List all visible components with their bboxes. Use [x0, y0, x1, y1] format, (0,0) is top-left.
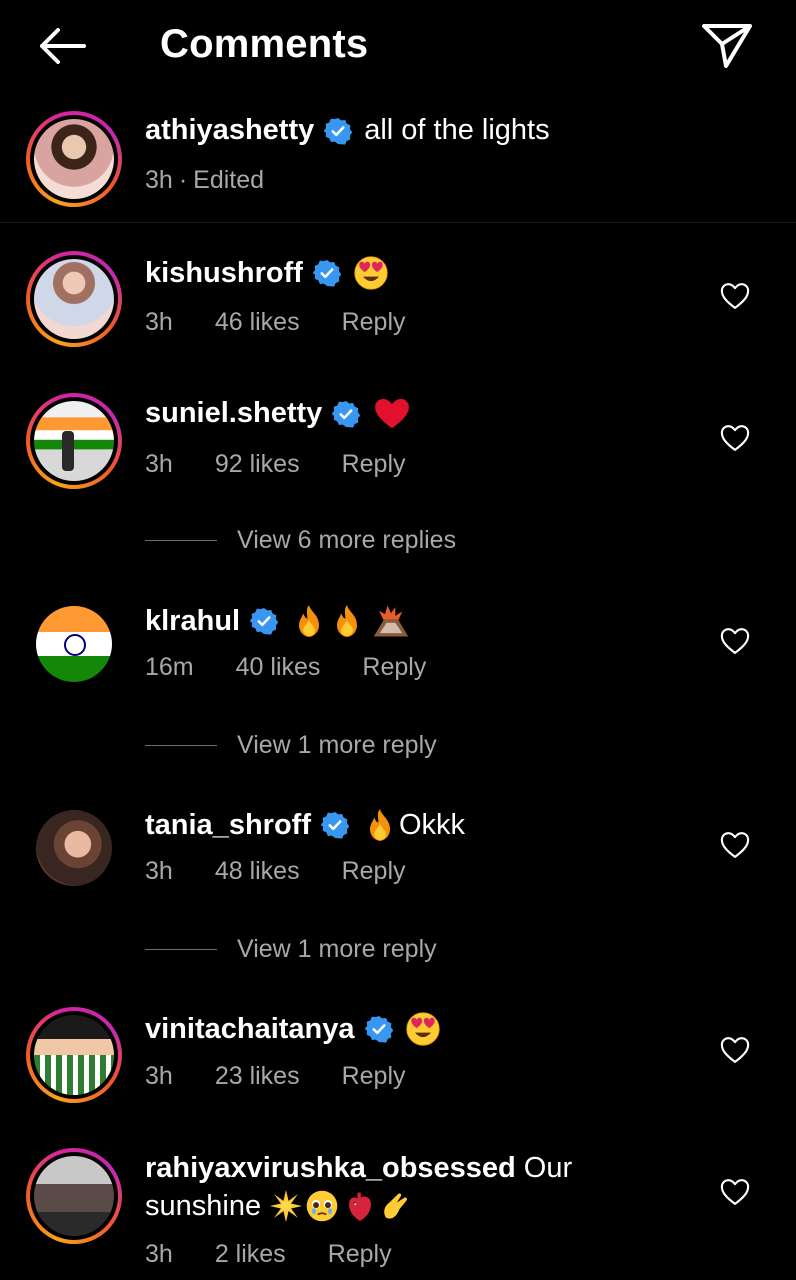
comment-text: Our: [523, 1152, 573, 1184]
like-count[interactable]: 23 likes: [215, 1062, 300, 1090]
username[interactable]: tania_shroff: [145, 809, 311, 842]
divider: [145, 949, 217, 950]
like-heart-icon[interactable]: [720, 831, 750, 859]
caption-text: all of the lights: [364, 114, 550, 146]
like-heart-icon[interactable]: [720, 282, 750, 310]
avatar[interactable]: [26, 800, 122, 896]
timestamp: 3h: [145, 1062, 173, 1090]
edited-label: Edited: [193, 166, 265, 194]
view-more-replies-button[interactable]: View 6 more replies: [145, 526, 456, 555]
post-caption: athiyashetty all of the lights 3h · Edited: [0, 100, 796, 222]
avatar[interactable]: [26, 251, 122, 347]
view-replies-label: View 6 more replies: [237, 526, 457, 554]
comment-text: sunshine: [145, 1189, 262, 1222]
like-heart-icon[interactable]: [720, 424, 750, 452]
username[interactable]: athiyashetty: [145, 114, 314, 147]
like-heart-icon[interactable]: [720, 1178, 750, 1206]
avatar[interactable]: [26, 1148, 122, 1244]
verified-badge-icon: [321, 811, 349, 839]
like-count[interactable]: 92 likes: [215, 450, 300, 478]
username[interactable]: rahiyaxvirushka_obsessed: [145, 1152, 516, 1185]
verified-badge-icon: [332, 400, 360, 428]
like-count[interactable]: 2 likes: [215, 1240, 286, 1268]
view-more-replies-button[interactable]: View 1 more reply: [145, 935, 437, 964]
view-replies-label: View 1 more reply: [237, 731, 437, 759]
heart-eyes-emoji-icon: [405, 1011, 441, 1047]
reply-button[interactable]: Reply: [342, 1062, 406, 1090]
pleading-face-emoji-icon: [305, 1189, 339, 1223]
anatomical-heart-emoji-icon: [345, 1189, 375, 1223]
timestamp: 3h: [145, 308, 173, 336]
back-button[interactable]: [34, 24, 90, 68]
like-heart-icon[interactable]: [720, 1036, 750, 1064]
arrow-left-icon: [40, 28, 86, 64]
fire-emoji-icon: [365, 807, 395, 843]
reply-button[interactable]: Reply: [342, 308, 406, 336]
username[interactable]: klrahul: [145, 605, 240, 638]
username[interactable]: suniel.shetty: [145, 397, 322, 430]
timestamp: 3h: [145, 857, 173, 885]
timestamp: 16m: [145, 653, 194, 681]
verified-badge-icon: [313, 259, 341, 287]
timestamp: 3h: [145, 450, 173, 478]
avatar[interactable]: [26, 596, 122, 692]
username[interactable]: kishushroff: [145, 257, 303, 290]
reply-button[interactable]: Reply: [328, 1240, 392, 1268]
avatar[interactable]: [26, 393, 122, 489]
divider: [145, 745, 217, 746]
pinching-hand-emoji-icon: [381, 1189, 411, 1223]
divider: [145, 540, 217, 541]
like-heart-icon[interactable]: [720, 627, 750, 655]
avatar[interactable]: [26, 1007, 122, 1103]
comment-text: Okkk: [398, 808, 466, 841]
paper-plane-icon: [702, 24, 752, 68]
view-more-replies-button[interactable]: View 1 more reply: [145, 731, 437, 760]
timestamp: 3h: [145, 1240, 173, 1268]
reply-button[interactable]: Reply: [362, 653, 426, 681]
like-count[interactable]: 40 likes: [236, 653, 321, 681]
like-count[interactable]: 46 likes: [215, 308, 300, 336]
page-title: Comments: [160, 22, 369, 66]
fire-emoji-icon: [294, 603, 324, 639]
sun-emoji-icon: [269, 1189, 303, 1223]
heart-eyes-emoji-icon: [353, 255, 389, 291]
verified-badge-icon: [365, 1015, 393, 1043]
reply-button[interactable]: Reply: [342, 857, 406, 885]
divider: [0, 222, 796, 223]
verified-badge-icon: [250, 607, 278, 635]
view-replies-label: View 1 more reply: [237, 935, 437, 963]
avatar[interactable]: [26, 111, 122, 207]
separator: ·: [178, 166, 188, 194]
timestamp: 3h: [145, 166, 173, 194]
like-count[interactable]: 48 likes: [215, 857, 300, 885]
verified-badge-icon: [324, 117, 352, 145]
fire-emoji-icon: [332, 603, 362, 639]
red-heart-emoji-icon: [374, 398, 410, 430]
share-button[interactable]: [700, 20, 754, 70]
username[interactable]: vinitachaitanya: [145, 1013, 355, 1046]
volcano-emoji-icon: [372, 603, 410, 639]
reply-button[interactable]: Reply: [342, 450, 406, 478]
header-bar: Comments: [0, 0, 796, 92]
